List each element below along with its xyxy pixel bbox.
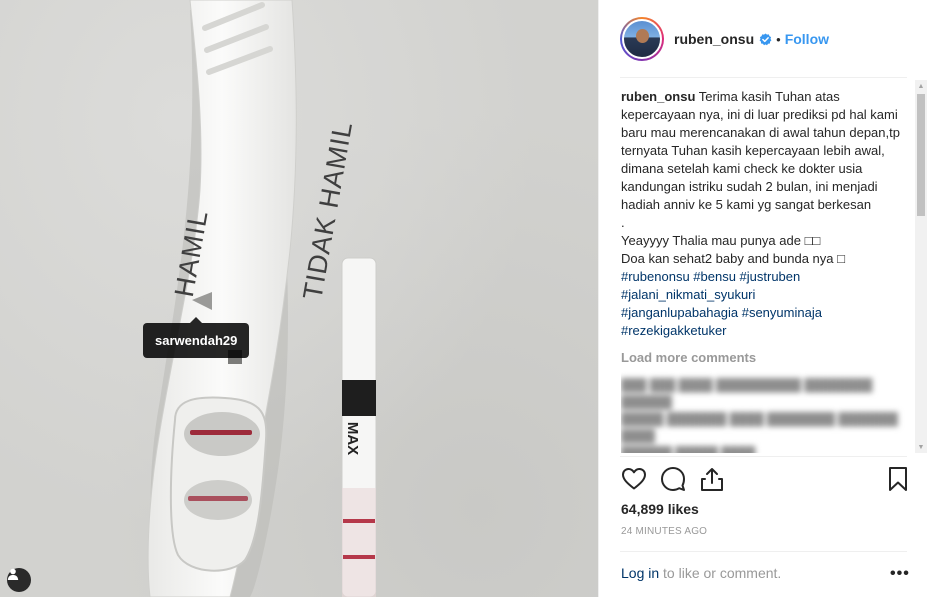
action-bar xyxy=(619,464,911,496)
login-prompt: Log in to like or comment. xyxy=(621,565,781,581)
user-tag-icon[interactable] xyxy=(7,568,31,592)
share-icon[interactable] xyxy=(699,466,725,492)
header-username[interactable]: ruben_onsu xyxy=(674,31,754,47)
comments-list[interactable]: ruben_onsu Terima kasih Tuhan atas keper… xyxy=(621,88,913,453)
scroll-down-icon[interactable]: ▼ xyxy=(915,441,927,453)
follow-button[interactable]: Follow xyxy=(785,31,829,47)
caption-dot: . xyxy=(621,215,625,230)
strip-line-2 xyxy=(343,555,375,559)
actions-divider xyxy=(620,456,907,457)
caption: ruben_onsu Terima kasih Tuhan atas keper… xyxy=(621,88,913,340)
scroll-thumb[interactable] xyxy=(917,94,925,216)
more-options-icon[interactable]: ••• xyxy=(890,565,910,583)
hashtag-line[interactable]: #rubenonsu #bensu #justruben xyxy=(621,268,913,286)
user-silhouette-icon xyxy=(7,568,19,580)
caption-username[interactable]: ruben_onsu xyxy=(621,89,695,104)
blurred-comment: ███ ███ ████ ██████████ ████████ ██████ █… xyxy=(621,378,898,453)
user-tag-bubble[interactable]: sarwendah29 xyxy=(143,317,250,358)
scroll-up-icon[interactable]: ▲ xyxy=(915,80,927,92)
test-line-1 xyxy=(190,430,252,435)
bookmark-icon[interactable] xyxy=(885,466,911,492)
strip-line-1 xyxy=(343,519,375,523)
login-link[interactable]: Log in xyxy=(621,565,659,581)
header-separator: • xyxy=(776,31,781,47)
post-timestamp[interactable]: 24 MINUTES AGO xyxy=(621,526,707,537)
caption-body: ruben_onsu Terima kasih Tuhan atas keper… xyxy=(621,88,913,214)
login-prompt-text: to like or comment. xyxy=(659,565,782,581)
hashtag-line[interactable]: #jalani_nikmati_syukuri xyxy=(621,286,913,304)
hashtag-line[interactable]: #rezekigakketuker xyxy=(621,322,913,340)
likes-count[interactable]: 64,899 likes xyxy=(621,501,699,517)
heart-icon[interactable] xyxy=(621,466,647,492)
pregnancy-test-illustration xyxy=(147,0,377,597)
bottom-divider xyxy=(620,551,907,552)
avatar[interactable] xyxy=(620,17,664,61)
comment-icon[interactable] xyxy=(660,466,686,492)
caption-line-3: Doa kan sehat2 baby and bunda nya □ xyxy=(621,251,845,266)
post-header: ruben_onsu • Follow xyxy=(598,0,929,78)
caption-line-2: Yeayyyy Thalia mau punya ade □□ xyxy=(621,233,821,248)
load-more-comments-button[interactable]: Load more comments xyxy=(621,349,913,367)
comments-scrollbar[interactable]: ▲ ▼ xyxy=(915,80,927,453)
hashtag-line[interactable]: #janganlupabahagia #senyuminaja xyxy=(621,304,913,322)
header-divider xyxy=(620,77,907,78)
verified-badge-icon xyxy=(759,32,772,46)
caption-text: Terima kasih Tuhan atas kepercayaan nya,… xyxy=(621,89,900,212)
post-photo[interactable]: HAMIL TIDAK HAMIL MAX sarwendah29 xyxy=(0,0,598,597)
test-line-2 xyxy=(188,496,248,501)
strip-brand-label: MAX xyxy=(344,421,362,456)
